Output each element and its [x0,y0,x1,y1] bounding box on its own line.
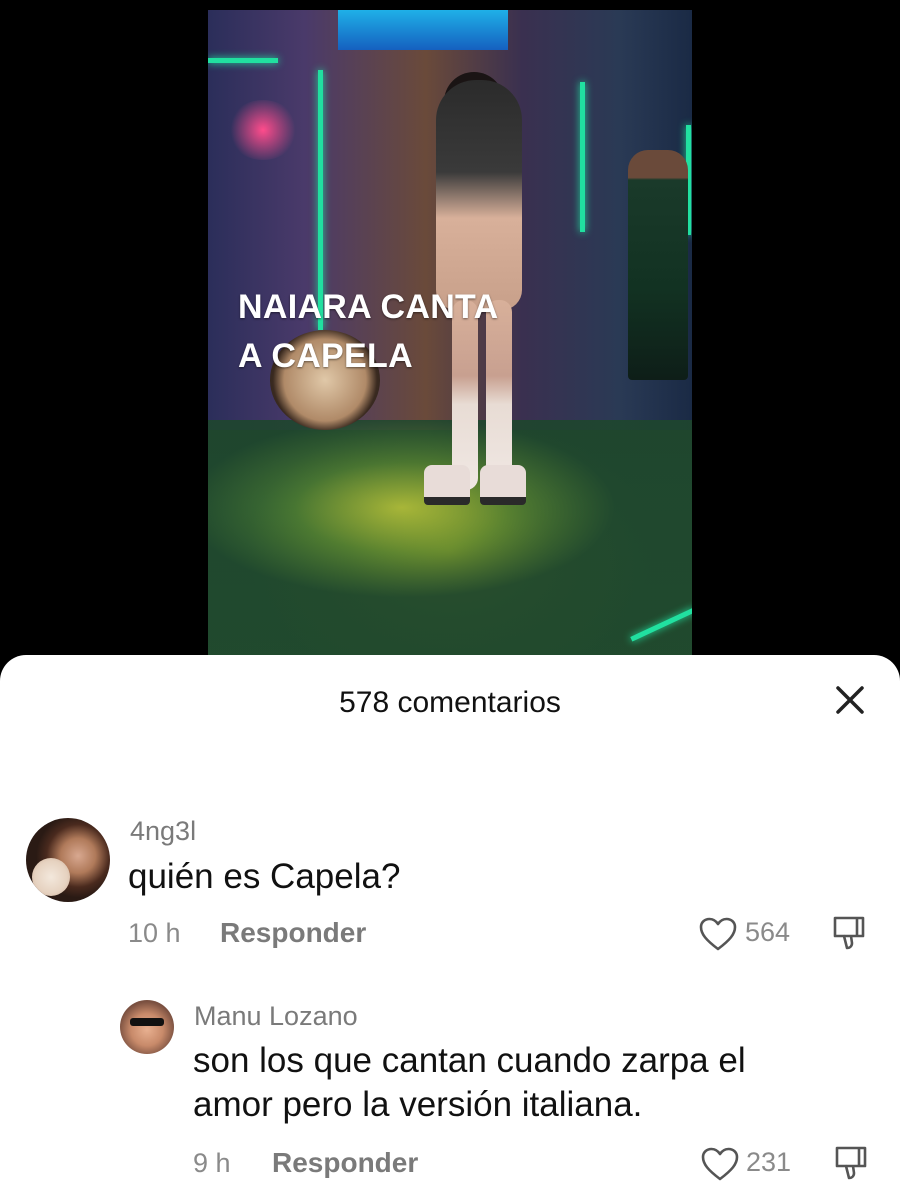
thumbs-down-icon [833,916,865,950]
video-caption: NAIARA CANTA A CAPELA [238,283,498,381]
dislike-button[interactable] [832,1144,870,1187]
performer-boot [424,465,470,505]
like-count: 231 [746,1147,792,1177]
thumbs-down-icon [835,1146,867,1180]
comment-username[interactable]: Manu Lozano [194,1001,358,1032]
comment-text-line: amor pero la versión italiana. [193,1085,643,1124]
comment-timestamp: 10 h [128,918,181,948]
stage-neon-light [580,82,585,232]
close-button[interactable] [830,680,870,720]
avatar[interactable] [26,818,110,902]
like-count: 564 [745,917,791,947]
dislike-button[interactable] [830,914,868,957]
reply-button[interactable]: Responder [272,1147,418,1179]
comment-text: son los que cantan cuando zarpa el amor … [193,1039,746,1127]
stage-floor [208,420,692,670]
performer-boot [480,465,526,505]
video-player[interactable]: NAIARA CANTA A CAPELA [208,10,692,670]
stage-light [228,100,298,160]
background-person [628,150,688,380]
comments-count-title: 578 comentarios [339,686,561,719]
stage-neon-light [208,58,278,63]
comment-text-line: son los que cantan cuando zarpa el [193,1041,746,1080]
like-button[interactable] [698,916,738,957]
heart-outline-icon [699,917,737,951]
reply-button[interactable]: Responder [220,917,366,949]
comment-timestamp: 9 h [193,1148,231,1178]
avatar[interactable] [120,1000,174,1054]
comment-text: quién es Capela? [128,857,401,896]
comment-username[interactable]: 4ng3l [130,816,196,847]
stage-neon-sign [338,10,508,50]
like-button[interactable] [700,1146,740,1187]
heart-outline-icon [701,1147,739,1181]
close-icon [836,686,864,714]
video-caption-line: NAIARA CANTA [238,288,499,326]
performer [436,80,522,310]
video-caption-line: A CAPELA [238,337,413,375]
